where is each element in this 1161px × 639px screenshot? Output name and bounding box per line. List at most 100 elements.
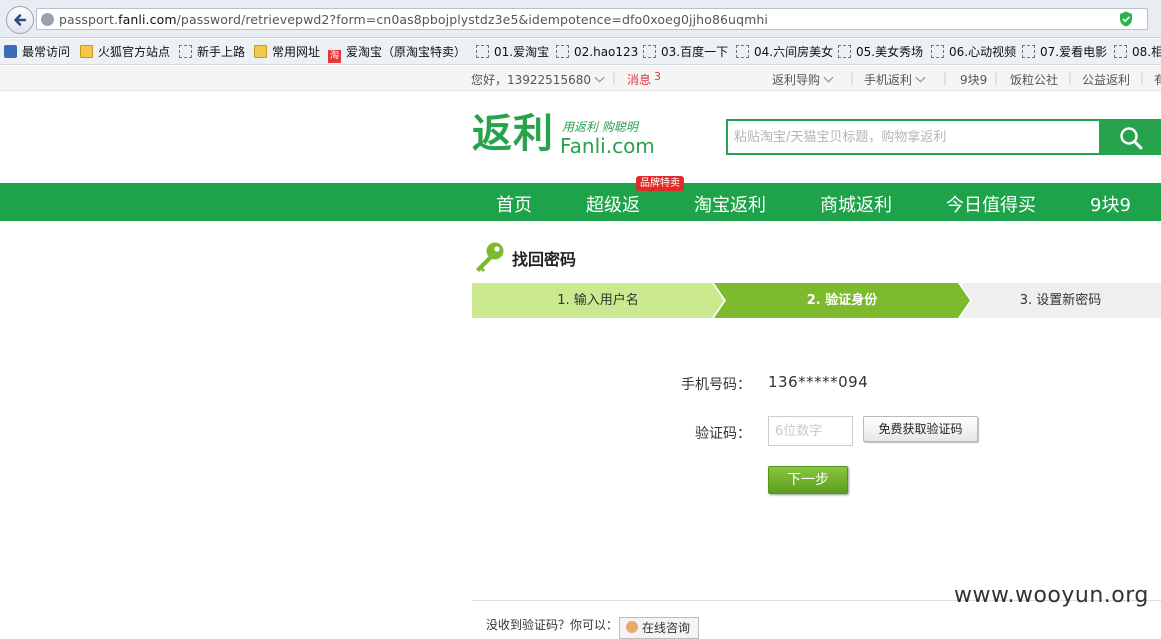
nav-taobao-rebate[interactable]: 淘宝返利 (694, 191, 766, 217)
messages-label: 消息 (627, 73, 652, 87)
bookmark-item[interactable]: 07.爱看电影 (1022, 44, 1107, 60)
messages-link[interactable]: 消息 3 (627, 70, 662, 88)
topbar-link-label: 公益返利 (1082, 73, 1131, 87)
page-icon (838, 45, 851, 58)
bookmark-item[interactable]: 02.hao123 (556, 44, 638, 60)
bookmark-item[interactable]: 淘爱淘宝（原淘宝特卖） (328, 44, 467, 63)
folder-icon (80, 45, 93, 58)
bookmark-item[interactable]: 08.相 (1114, 44, 1161, 60)
page-icon (179, 45, 192, 58)
bookmark-item[interactable]: 火狐官方站点 (80, 44, 170, 60)
key-icon (476, 242, 504, 272)
folder-icon (254, 45, 267, 58)
address-bar[interactable]: passport.fanli.com/password/retrievepwd2… (36, 8, 1148, 30)
user-greeting[interactable]: 您好，13922515680 (471, 71, 605, 88)
globe-icon (41, 13, 54, 26)
next-button[interactable]: 下一步 (768, 466, 848, 494)
step-set-new-password: 3. 设置新密码 (960, 283, 1161, 318)
topbar-link-community[interactable]: 饭粒公社 (1010, 71, 1058, 88)
online-consult-label: 在线咨询 (642, 621, 691, 635)
verification-code-input[interactable] (768, 416, 853, 446)
code-label: 验证码： (695, 426, 751, 442)
nav-deals-today[interactable]: 今日值得买 (946, 191, 1036, 217)
bookmark-item[interactable]: 06.心动视频 (931, 44, 1016, 60)
search-box (726, 119, 1161, 155)
bookmark-label: 01.爱淘宝 (494, 45, 550, 59)
page-title: 找回密码 (512, 250, 577, 269)
step-enter-username: 1. 输入用户名 (472, 283, 724, 318)
message-count-badge: 3 (654, 70, 662, 83)
search-button[interactable] (1099, 121, 1159, 153)
topbar-link-guide[interactable]: 返利导购 (772, 71, 834, 88)
avatar-icon (626, 621, 638, 633)
divider: | (612, 71, 617, 85)
divider: | (850, 71, 855, 85)
page-icon (643, 45, 656, 58)
browser-url-bar: passport.fanli.com/password/retrievepwd2… (0, 0, 1161, 38)
progress-steps: 1. 输入用户名 3. 设置新密码 2. 验证身份 (472, 283, 1161, 318)
bookmark-item[interactable]: 新手上路 (179, 44, 245, 60)
bookmark-label: 最常访问 (22, 45, 71, 59)
fanli-logo[interactable]: 返利 用返利 购聪明 Fanli.com (472, 112, 672, 162)
bookmark-item[interactable]: 最常访问 (4, 44, 70, 60)
bookmarks-bar: 最常访问 火狐官方站点 新手上路 常用网址 淘爱淘宝（原淘宝特卖） 01.爱淘宝… (0, 39, 1161, 65)
chevron-down-icon (594, 72, 605, 83)
logo-slogan: 用返利 购聪明 (562, 120, 638, 134)
back-button[interactable] (6, 6, 34, 34)
topbar-link-charity[interactable]: 公益返利 (1082, 71, 1130, 88)
bookmark-item[interactable]: 05.美女秀场 (838, 44, 923, 60)
phone-number-value: 136*****094 (768, 373, 869, 391)
bookmark-item[interactable]: 常用网址 (254, 44, 320, 60)
brand-sale-badge: 品牌特卖 (636, 176, 684, 193)
page-icon (556, 45, 569, 58)
divider: | (994, 71, 999, 85)
topbar-link-label: 9块9 (960, 73, 988, 87)
url-prefix: passport. (59, 12, 119, 27)
watermark: www.wooyun.org (954, 583, 1149, 608)
shield-icon[interactable] (1119, 11, 1133, 27)
bookmark-label: 05.美女秀场 (856, 45, 924, 59)
page-icon (931, 45, 944, 58)
bookmark-label: 06.心动视频 (949, 45, 1017, 59)
topbar-link-more[interactable]: 有 (1154, 71, 1161, 88)
topbar-link-9kuai9[interactable]: 9块9 (960, 71, 987, 88)
online-consult-button[interactable]: 在线咨询 (619, 617, 699, 639)
nav-home[interactable]: 首页 (496, 191, 532, 217)
nav-super-rebate[interactable]: 超级返 (586, 191, 640, 217)
url-path: /password/retrievepwd2?form=cn0as8pbojpl… (176, 12, 768, 27)
topbar-link-label: 手机返利 (864, 73, 913, 87)
bookmark-label: 火狐官方站点 (98, 45, 171, 59)
page-icon (736, 45, 749, 58)
bookmark-label: 新手上路 (197, 45, 246, 59)
back-arrow-icon (14, 14, 27, 26)
phone-label: 手机号码： (681, 377, 751, 393)
search-icon (1120, 127, 1143, 150)
divider: | (1068, 71, 1073, 85)
topbar-link-mobile[interactable]: 手机返利 (864, 71, 926, 88)
get-code-button[interactable]: 免费获取验证码 (863, 416, 978, 442)
step-verify-identity: 2. 验证身份 (714, 283, 970, 318)
topbar-link-label: 饭粒公社 (1010, 73, 1059, 87)
nav-9kuai9[interactable]: 9块9 (1090, 191, 1131, 217)
bookmark-label: 03.百度一下 (661, 45, 729, 59)
bookmark-label: 04.六间房美女 (754, 45, 834, 59)
bookmark-label: 02.hao123 (574, 45, 639, 59)
page-icon (1114, 45, 1127, 58)
logo-domain: Fanli.com (560, 134, 655, 158)
page-icon (1022, 45, 1035, 58)
bookmark-item[interactable]: 03.百度一下 (643, 44, 728, 60)
nav-mall-rebate[interactable]: 商城返利 (820, 191, 892, 217)
bookmark-item[interactable]: 01.爱淘宝 (476, 44, 549, 60)
url-text: passport.fanli.com/password/retrievepwd2… (59, 12, 768, 27)
divider: | (943, 71, 948, 85)
greeting-text: 您好，13922515680 (471, 73, 591, 87)
bookmark-item[interactable]: 04.六间房美女 (736, 44, 833, 60)
bookmark-label: 爱淘宝（原淘宝特卖） (346, 45, 467, 59)
topbar-link-label: 返利导购 (772, 73, 821, 87)
chevron-down-icon (823, 72, 834, 83)
search-input[interactable] (728, 121, 1100, 153)
url-domain: fanli.com (118, 12, 177, 27)
logo-wordmark: 返利 (472, 111, 554, 157)
topbar-link-label: 有 (1154, 73, 1161, 87)
site-top-bar: 您好，13922515680 | 消息 3 返利导购 | 手机返利 | 9块9 |… (0, 66, 1161, 91)
